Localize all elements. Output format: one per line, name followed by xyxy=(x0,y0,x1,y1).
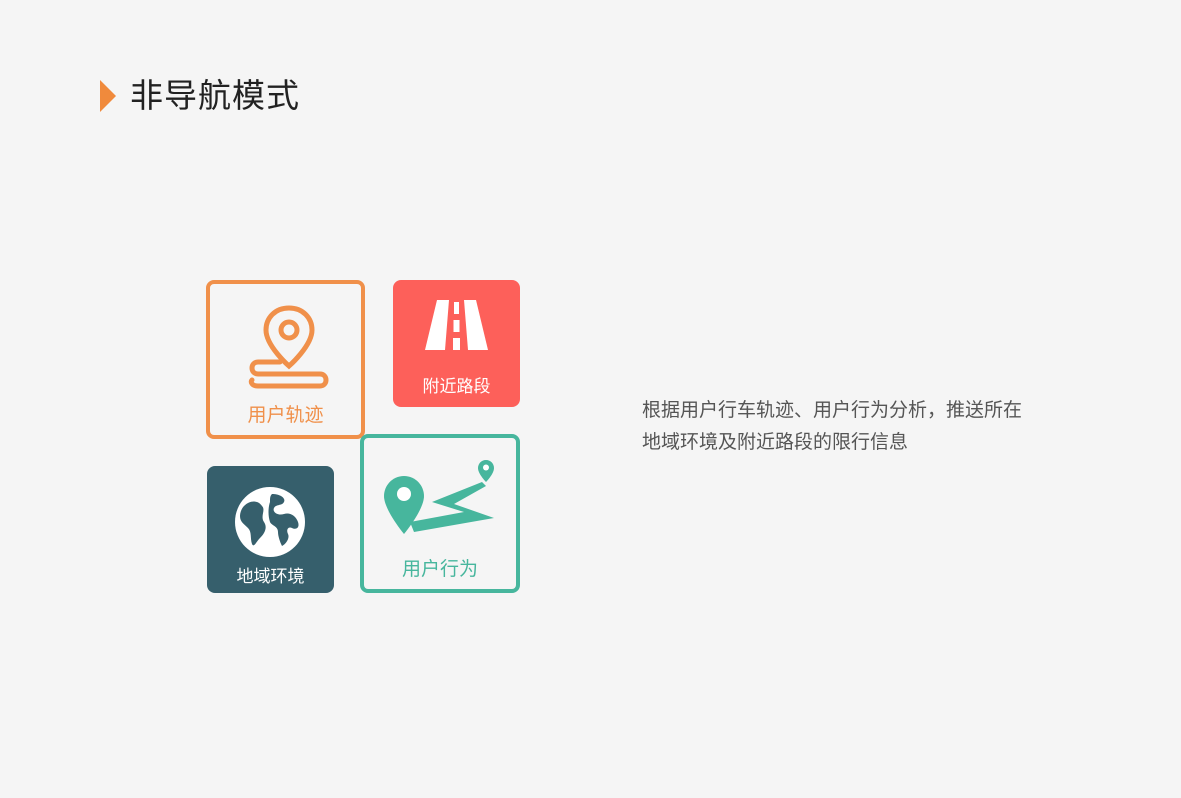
tile-regional-environment[interactable]: 地域环境 xyxy=(207,466,334,593)
road-icon xyxy=(425,300,488,350)
arrow-icon xyxy=(100,80,116,112)
location-track-icon xyxy=(248,305,329,389)
route-map-icon xyxy=(384,460,494,534)
tile-label: 附近路段 xyxy=(422,377,491,397)
tile-label: 用户轨迹 xyxy=(247,404,324,426)
description-line: 根据用户行车轨迹、用户行为分析，推送所在 xyxy=(642,399,1023,421)
description: 根据用户行车轨迹、用户行为分析，推送所在 地域环境及附近路段的限行信息 xyxy=(642,394,1082,458)
tile-user-behavior[interactable]: 用户行为 xyxy=(360,434,520,593)
tile-nearby-road[interactable]: 附近路段 xyxy=(393,280,520,407)
tile-user-track[interactable]: 用户轨迹 xyxy=(206,280,365,439)
page-title: 非导航模式 xyxy=(130,76,300,115)
globe-icon xyxy=(235,487,305,557)
description-line: 地域环境及附近路段的限行信息 xyxy=(642,431,909,453)
tile-label: 用户行为 xyxy=(401,558,478,580)
section-heading: 非导航模式 xyxy=(100,74,300,118)
tile-label: 地域环境 xyxy=(236,567,305,587)
